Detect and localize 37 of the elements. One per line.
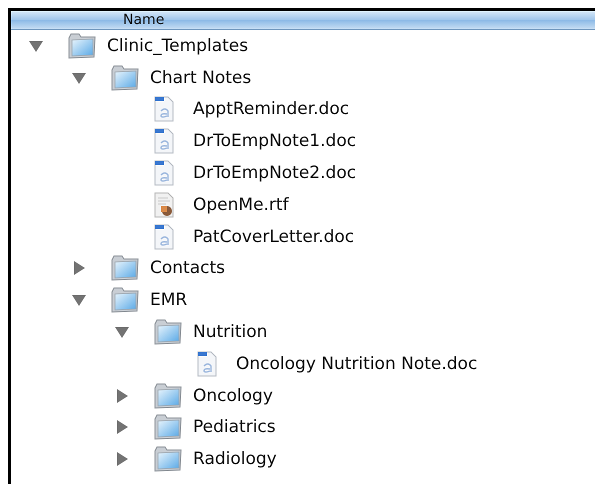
folder-icon (67, 32, 97, 59)
folder-icon (110, 255, 140, 282)
file-name[interactable]: Oncology (193, 386, 273, 406)
file-name[interactable]: OpenMe.rtf (193, 194, 289, 215)
folder-icon (153, 446, 183, 472)
folder-icon (153, 414, 183, 440)
collapsed-triangle-icon[interactable] (115, 452, 129, 466)
file-name[interactable]: EMR (150, 290, 188, 310)
document-icon (196, 350, 218, 377)
folder-icon (110, 64, 140, 91)
file-name[interactable]: Radiology (193, 449, 277, 470)
file-name[interactable]: Contacts (150, 258, 225, 278)
folder-icon (110, 287, 140, 314)
expanded-triangle-icon[interactable] (72, 70, 86, 85)
rich-text-file-icon (153, 192, 175, 218)
folder-icon (153, 319, 183, 346)
expanded-triangle-icon[interactable] (72, 293, 86, 308)
file-name[interactable]: DrToEmpNote2.doc (193, 163, 356, 184)
document-icon (153, 224, 175, 250)
expanded-triangle-icon[interactable] (29, 38, 43, 53)
file-name[interactable]: Oncology Nutrition Note.doc (236, 354, 478, 374)
file-name[interactable]: Chart Notes (150, 68, 252, 88)
file-name[interactable]: PatCoverLetter.doc (193, 226, 354, 247)
file-name[interactable]: ApptReminder.doc (193, 99, 350, 120)
file-name[interactable]: Pediatrics (193, 417, 276, 438)
file-name[interactable]: Nutrition (193, 322, 268, 342)
expanded-triangle-icon[interactable] (115, 325, 129, 340)
file-name[interactable]: DrToEmpNote1.doc (193, 131, 356, 152)
document-icon (153, 160, 175, 186)
collapsed-triangle-icon[interactable] (115, 388, 129, 403)
collapsed-triangle-icon[interactable] (115, 420, 129, 434)
file-name[interactable]: Clinic_Templates (107, 36, 248, 56)
document-icon (153, 96, 175, 122)
folder-icon (153, 382, 183, 409)
document-icon (153, 128, 175, 154)
name-column-header[interactable]: Name (11, 11, 595, 30)
collapsed-triangle-icon[interactable] (72, 261, 86, 276)
